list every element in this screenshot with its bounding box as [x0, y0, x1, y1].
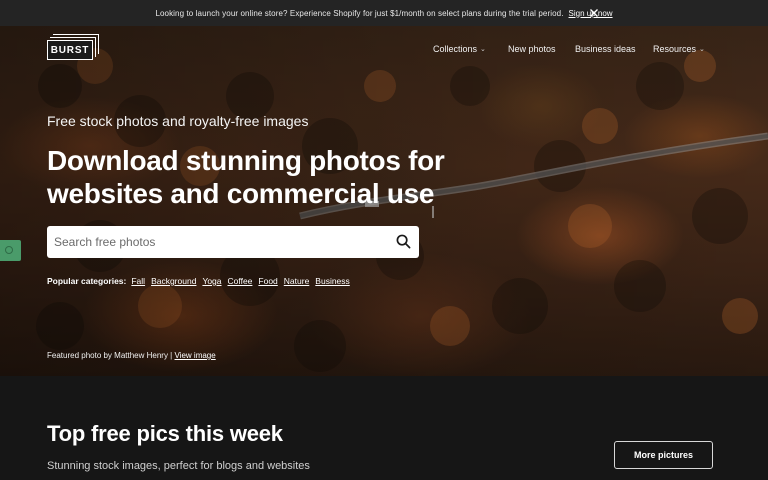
- category-link-background[interactable]: Background: [151, 276, 196, 286]
- category-link-nature[interactable]: Nature: [284, 276, 310, 286]
- photo-credit-text: Featured photo by Matthew Henry |: [47, 351, 173, 360]
- category-link-yoga[interactable]: Yoga: [202, 276, 221, 286]
- search-input[interactable]: [54, 227, 384, 257]
- chevron-down-icon: ⌄: [699, 46, 705, 53]
- nav-new-photos-label: New photos: [508, 44, 556, 54]
- logo-text: BURST: [47, 40, 93, 60]
- burst-logo[interactable]: BURST: [47, 34, 99, 62]
- view-image-link[interactable]: View image: [175, 351, 216, 360]
- nav-collections[interactable]: Collections ⌄: [433, 44, 486, 54]
- more-pictures-button[interactable]: More pictures: [614, 441, 713, 469]
- search-bar: [47, 226, 419, 258]
- category-link-business[interactable]: Business: [315, 276, 350, 286]
- top-pics-section: Top free pics this week Stunning stock i…: [0, 376, 768, 480]
- side-feedback-tab[interactable]: [0, 240, 21, 261]
- search-icon[interactable]: [396, 234, 411, 249]
- nav-business-ideas-label: Business ideas: [575, 44, 636, 54]
- announcement-message: Looking to launch your online store? Exp…: [155, 8, 564, 18]
- hero-eyebrow: Free stock photos and royalty-free image…: [47, 113, 309, 129]
- nav-resources-label: Resources: [653, 44, 697, 54]
- nav-collections-label: Collections: [433, 44, 478, 54]
- nav-resources[interactable]: Resources ⌄: [653, 44, 705, 54]
- announcement-bar: Looking to launch your online store? Exp…: [0, 0, 768, 26]
- category-link-fall[interactable]: Fall: [131, 276, 145, 286]
- photo-credit: Featured photo by Matthew Henry | View i…: [47, 351, 216, 360]
- popular-categories-label: Popular categories:: [47, 276, 127, 286]
- feedback-icon: [5, 246, 13, 254]
- popular-categories: Popular categories: Fall Background Yoga…: [47, 276, 356, 286]
- chevron-down-icon: ⌄: [480, 46, 486, 53]
- nav-new-photos[interactable]: New photos: [508, 44, 556, 54]
- nav-business-ideas[interactable]: Business ideas: [575, 44, 636, 54]
- category-link-food[interactable]: Food: [258, 276, 277, 286]
- top-pics-title: Top free pics this week: [47, 421, 283, 446]
- close-icon[interactable]: [589, 8, 599, 18]
- hero-headline: Download stunning photos for websites an…: [47, 145, 445, 209]
- category-link-coffee[interactable]: Coffee: [228, 276, 253, 286]
- top-pics-subtitle: Stunning stock images, perfect for blogs…: [47, 460, 310, 472]
